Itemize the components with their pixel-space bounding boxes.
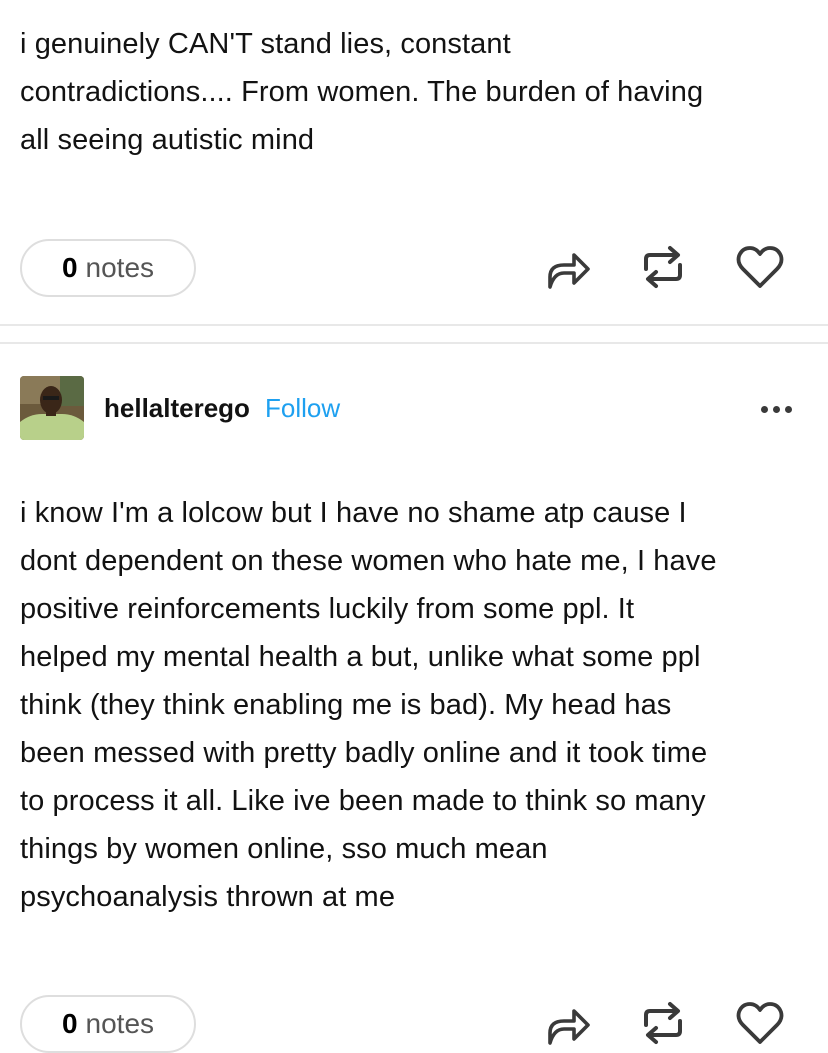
post-2-line: i know I'm a lolcow but I have no shame … bbox=[20, 497, 687, 529]
more-options-icon bbox=[760, 405, 768, 413]
blog-name-link[interactable]: hellalterego bbox=[104, 393, 250, 424]
notes-count: 0 bbox=[61, 1008, 78, 1039]
post-1-body: i genuinely CAN'T stand lies, constant c… bbox=[20, 20, 800, 164]
avatar[interactable] bbox=[20, 376, 84, 440]
avatar-image bbox=[20, 376, 84, 440]
share-icon bbox=[548, 1009, 590, 1045]
post-2-line: things by women online, sso much mean bbox=[20, 833, 548, 865]
heart-icon bbox=[736, 246, 784, 288]
post-2-line: positive reinforcements luckily from som… bbox=[20, 593, 635, 625]
like-button[interactable] bbox=[734, 997, 786, 1049]
share-button[interactable] bbox=[542, 241, 594, 293]
share-icon bbox=[548, 253, 590, 289]
share-button[interactable] bbox=[542, 997, 594, 1049]
post-2-line: helped my mental health a but, unlike wh… bbox=[20, 641, 701, 673]
more-options-icon bbox=[772, 405, 780, 413]
post-2-line: been messed with pretty badly online and… bbox=[20, 737, 708, 769]
notes-button[interactable]: 0 notes bbox=[20, 995, 196, 1053]
post-1-line: contradictions.... From women. The burde… bbox=[20, 76, 704, 108]
notes-count: 0 bbox=[61, 252, 78, 283]
like-button[interactable] bbox=[734, 241, 786, 293]
post-1-line: all seeing autistic mind bbox=[20, 124, 315, 156]
notes-label: notes bbox=[85, 252, 155, 283]
post-2-line: to process it all. Like ive been made to… bbox=[20, 785, 706, 817]
post-2-body: i know I'm a lolcow but I have no shame … bbox=[20, 489, 800, 921]
notes-button[interactable]: 0 notes bbox=[20, 239, 196, 297]
post-2-line: psychoanalysis thrown at me bbox=[20, 881, 396, 913]
reblog-button[interactable] bbox=[637, 997, 689, 1049]
post-divider bbox=[0, 324, 828, 326]
post-2-line: dont dependent on these women who hate m… bbox=[20, 545, 717, 577]
post-divider bbox=[0, 342, 828, 344]
more-options-button[interactable] bbox=[754, 394, 798, 424]
heart-icon bbox=[736, 1002, 784, 1044]
post-2-line: think (they think enabling me is bad). M… bbox=[20, 689, 672, 721]
post-1-line: i genuinely CAN'T stand lies, constant bbox=[20, 28, 511, 60]
more-options-icon bbox=[784, 405, 792, 413]
reblog-icon bbox=[644, 246, 682, 288]
reblog-button[interactable] bbox=[637, 241, 689, 293]
follow-button[interactable]: Follow bbox=[265, 393, 340, 424]
notes-label: notes bbox=[85, 1008, 155, 1039]
reblog-icon bbox=[644, 1002, 682, 1044]
